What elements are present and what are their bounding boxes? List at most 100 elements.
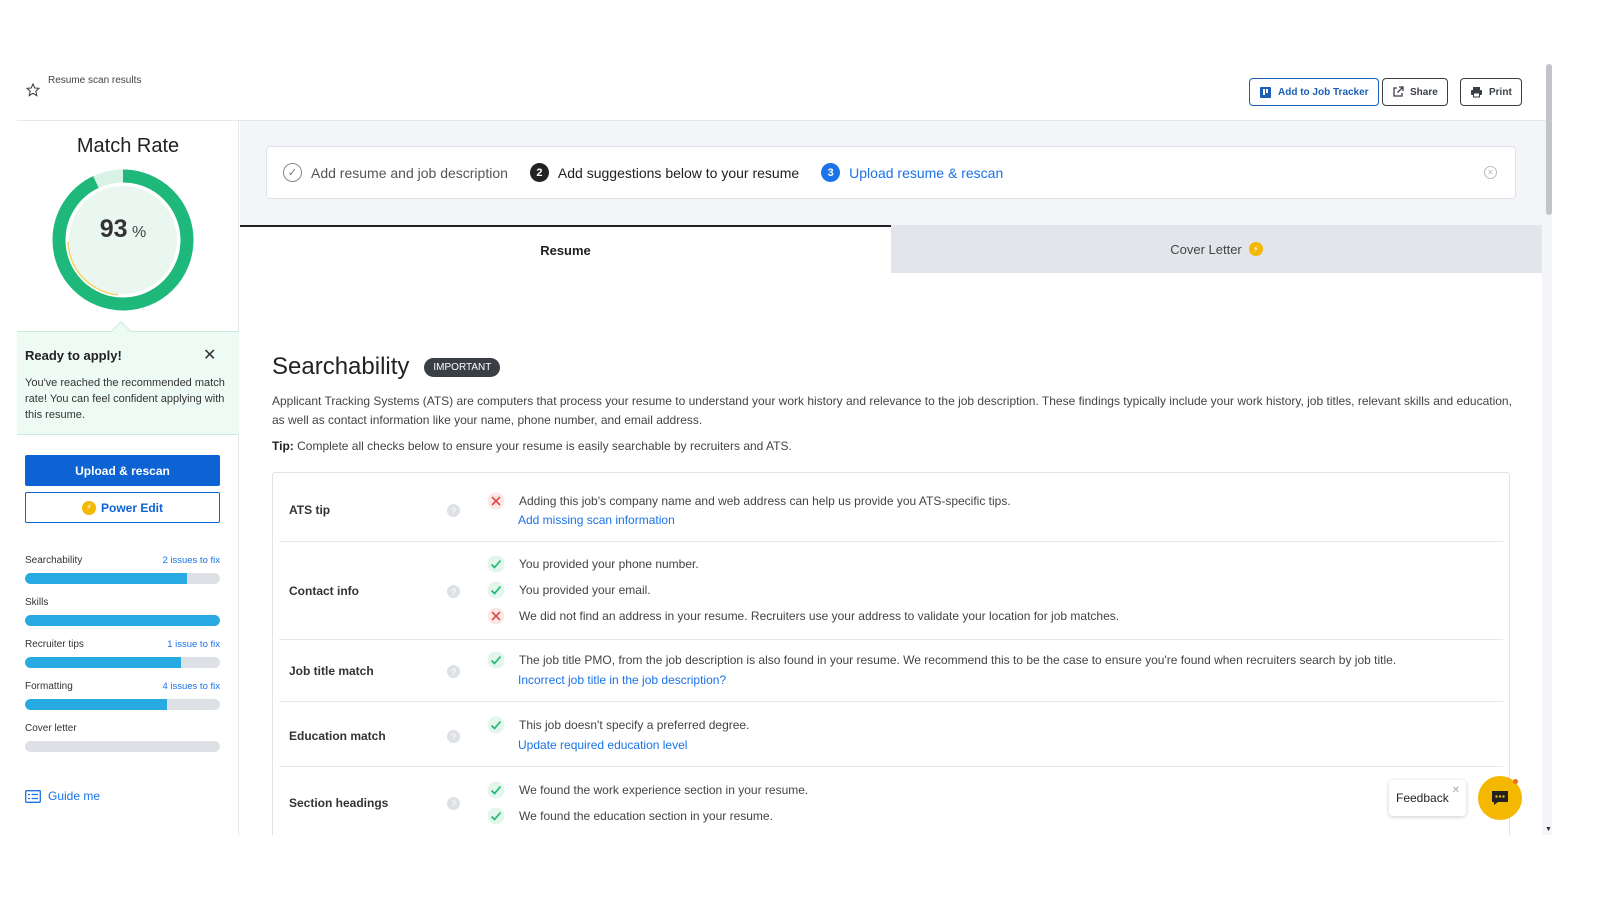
row-label: Section headings [289, 796, 389, 810]
check-text: Adding this job's company name and web a… [519, 494, 1011, 508]
check-icon [487, 651, 505, 669]
add-to-job-tracker-button[interactable]: Add to Job Tracker [1249, 78, 1379, 106]
check-text: This job doesn't specify a preferred deg… [519, 718, 750, 732]
tab-bar: Resume Cover Letter ⚡ [240, 225, 1542, 273]
upload-rescan-button[interactable]: Upload & rescan [25, 455, 220, 486]
check-row-section-headings: Section headings ? We found the work exp… [279, 767, 1503, 835]
check-text: The job title PMO, from the job descript… [519, 653, 1397, 667]
print-label: Print [1489, 86, 1512, 98]
share-icon [1393, 86, 1404, 97]
app-frame: Resume scan results Add to Job Tracker S… [17, 64, 1552, 835]
close-circle-icon[interactable]: ✕ [1484, 166, 1497, 179]
progress-label: Skills [25, 597, 49, 608]
section-description: Applicant Tracking Systems (ATS) are com… [272, 394, 1512, 427]
progress-skills[interactable]: Skills [25, 597, 220, 626]
help-icon[interactable]: ? [447, 504, 460, 517]
tracker-icon [1260, 86, 1271, 98]
help-icon[interactable]: ? [447, 665, 460, 678]
progress-label: Formatting [25, 681, 73, 692]
add-missing-scan-link[interactable]: Add missing scan information [518, 513, 675, 527]
cross-icon [487, 607, 505, 625]
guide-icon [25, 789, 41, 803]
progress-bar [25, 615, 220, 626]
check-item: You provided your email. [487, 581, 651, 599]
tab-cover-letter-label: Cover Letter [1170, 241, 1242, 257]
issues-link[interactable]: 2 issues to fix [162, 555, 220, 569]
incorrect-job-title-link[interactable]: Incorrect job title in the job descripti… [518, 673, 726, 687]
page-title: Resume scan results [48, 75, 142, 86]
check-item: You provided your phone number. [487, 555, 699, 573]
tab-cover-letter[interactable]: Cover Letter ⚡ [891, 225, 1542, 273]
ready-title: Ready to apply! [25, 348, 122, 363]
main-panel: ✓ Add resume and job description 2 Add s… [240, 121, 1552, 835]
close-icon[interactable]: ✕ [1452, 785, 1460, 796]
printer-icon [1471, 87, 1482, 98]
resume-content: Searchability IMPORTANT Applicant Tracki… [240, 273, 1542, 835]
match-rate-title: Match Rate [76, 135, 180, 157]
searchability-checks: ATS tip ? Adding this job's company name… [272, 472, 1510, 835]
match-rate-gauge: 93 % [50, 167, 196, 313]
tip-text: Complete all checks below to ensure your… [293, 439, 792, 453]
check-item: We did not find an address in your resum… [487, 607, 1119, 625]
check-icon [487, 716, 505, 734]
progress-bar [25, 573, 220, 584]
progress-label: Searchability [25, 555, 83, 566]
match-rate-value: 93 % [50, 215, 196, 244]
progress-cover-letter[interactable]: Cover letter [25, 723, 220, 752]
help-icon[interactable]: ? [447, 797, 460, 810]
check-text: We did not find an address in your resum… [519, 609, 1120, 623]
power-edit-label: Power Edit [100, 500, 163, 515]
progress-searchability[interactable]: Searchability 2 issues to fix [25, 555, 220, 584]
chat-icon [1492, 791, 1508, 805]
step-number: 3 [821, 163, 841, 182]
issues-link[interactable]: 1 issue to fix [167, 639, 220, 653]
progress-formatting[interactable]: Formatting 4 issues to fix [25, 681, 220, 710]
ready-to-apply-panel: Ready to apply! ✕ You've reached the rec… [17, 331, 239, 435]
lightning-icon: ⚡ [81, 500, 96, 515]
tab-resume[interactable]: Resume [240, 225, 891, 273]
help-icon[interactable]: ? [447, 730, 460, 743]
share-button[interactable]: Share [1382, 78, 1448, 106]
print-button[interactable]: Print [1460, 78, 1522, 106]
close-icon[interactable]: ✕ [203, 345, 216, 365]
check-item: The job title PMO, from the job descript… [487, 651, 1396, 669]
scrollbar-thumb[interactable] [1546, 64, 1552, 215]
step-upload-rescan[interactable]: 3 Upload resume & rescan [821, 163, 1003, 182]
progress-recruiter-tips[interactable]: Recruiter tips 1 issue to fix [25, 639, 220, 668]
guide-me-link[interactable]: Guide me [25, 789, 100, 803]
section-title: Searchability [272, 353, 410, 380]
check-text: You provided your phone number. [519, 557, 699, 571]
check-row-job-title: Job title match ? The job title PMO, fro… [279, 640, 1503, 702]
power-edit-button[interactable]: ⚡ Power Edit [25, 492, 220, 523]
check-item: We found the work experience section in … [487, 781, 808, 799]
issues-link[interactable]: 4 issues to fix [162, 681, 220, 695]
section-header: Searchability IMPORTANT [272, 353, 501, 381]
tip-label: Tip: [272, 439, 294, 453]
row-label: Education match [289, 729, 386, 743]
lightning-icon: ⚡ [1248, 242, 1263, 256]
feedback-button[interactable]: Feedback ✕ [1389, 780, 1466, 816]
match-rate-unit: % [132, 224, 147, 241]
row-label: ATS tip [289, 503, 331, 517]
share-label: Share [1410, 86, 1438, 98]
ready-body: You've reached the recommended match rat… [25, 377, 225, 421]
check-row-contact-info: Contact info ? You provided your phone n… [279, 542, 1503, 640]
check-row-ats-tip: ATS tip ? Adding this job's company name… [279, 473, 1503, 542]
progress-bar [25, 657, 220, 668]
steps-bar: ✓ Add resume and job description 2 Add s… [266, 146, 1516, 199]
scroll-down-arrow-icon[interactable]: ▼ [1545, 826, 1552, 833]
tab-resume-label: Resume [540, 242, 591, 258]
step-label: Add resume and job description [311, 164, 508, 181]
progress-label: Cover letter [25, 723, 77, 734]
check-text: We found the education section in your r… [519, 809, 773, 823]
step-label: Add suggestions below to your resume [557, 164, 800, 181]
cross-icon [487, 492, 505, 510]
check-circle-icon: ✓ [283, 163, 302, 182]
update-education-link[interactable]: Update required education level [518, 738, 687, 752]
page-header: Resume scan results Add to Job Tracker S… [17, 64, 1552, 121]
row-label: Contact info [289, 584, 359, 598]
star-icon[interactable] [26, 83, 40, 97]
help-icon[interactable]: ? [447, 585, 460, 598]
important-badge: IMPORTANT [424, 357, 501, 377]
check-row-education: Education match ? This job doesn't speci… [279, 702, 1503, 767]
